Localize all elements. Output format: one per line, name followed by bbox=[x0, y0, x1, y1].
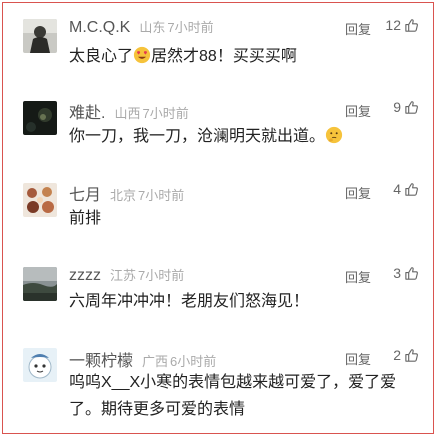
username[interactable]: 一颗柠檬 bbox=[69, 347, 133, 371]
reply-button[interactable]: 回复 bbox=[345, 267, 371, 286]
comment-body: 太良心了 bbox=[69, 48, 134, 65]
timestamp: 7小时前 bbox=[138, 268, 185, 283]
comment-body: 六周年冲冲冲！老朋友们怒海见！ bbox=[69, 293, 310, 310]
thumbs-up-icon bbox=[405, 18, 418, 32]
avatar[interactable] bbox=[23, 101, 57, 135]
thumbs-up-icon bbox=[405, 100, 418, 114]
avatar[interactable] bbox=[23, 348, 57, 382]
comment-list: M.C.Q.K 山东 7小时前 回复 12 太良心了 居然才88！买买买啊 难赴… bbox=[2, 2, 434, 434]
comment-body: 前排 bbox=[69, 210, 102, 227]
like-count: 9 bbox=[393, 99, 401, 115]
comment-text: 前排 bbox=[69, 205, 417, 232]
avatar[interactable] bbox=[23, 183, 57, 217]
comment-text: 六周年冲冲冲！老朋友们怒海见！ bbox=[69, 288, 417, 315]
location: 江苏 bbox=[110, 268, 137, 283]
like-button[interactable]: 3 bbox=[393, 265, 419, 281]
timestamp: 6小时前 bbox=[170, 354, 217, 369]
like-count: 4 bbox=[393, 181, 401, 197]
reply-button[interactable]: 回复 bbox=[345, 101, 371, 120]
thumbs-up-icon bbox=[405, 348, 418, 362]
like-count: 12 bbox=[385, 17, 401, 33]
like-button[interactable]: 12 bbox=[385, 17, 419, 33]
like-count: 3 bbox=[393, 265, 401, 281]
location: 广西 bbox=[142, 354, 169, 369]
thinking-emoji bbox=[325, 126, 343, 144]
reply-button[interactable]: 回复 bbox=[345, 19, 371, 38]
thumbs-up-icon bbox=[405, 182, 418, 196]
comment-meta: 难赴. 山西 7小时前 bbox=[69, 99, 189, 123]
username[interactable]: zzzz bbox=[69, 267, 101, 285]
like-button[interactable]: 2 bbox=[393, 347, 419, 363]
comment-meta: M.C.Q.K 山东 7小时前 bbox=[69, 17, 214, 37]
like-count: 2 bbox=[393, 347, 401, 363]
location: 山东 bbox=[139, 20, 166, 35]
comment-body-continued: 居然才88！买买买啊 bbox=[151, 48, 297, 65]
comment-body: 你一刀，我一刀，沧澜明天就出道。 bbox=[69, 128, 326, 145]
username[interactable]: 难赴. bbox=[69, 99, 105, 123]
like-button[interactable]: 9 bbox=[393, 99, 419, 115]
reply-button[interactable]: 回复 bbox=[345, 183, 371, 202]
comment-text: 太良心了 居然才88！买买买啊 bbox=[69, 43, 417, 70]
avatar[interactable] bbox=[23, 267, 57, 301]
comment-body: 呜呜X__X小寒的表情包越来越可爱了，爱了爱了。期待更多可爱的表情 bbox=[69, 374, 397, 418]
location: 北京 bbox=[110, 188, 137, 203]
thumbs-up-icon bbox=[405, 266, 418, 280]
reply-button[interactable]: 回复 bbox=[345, 349, 371, 368]
timestamp: 7小时前 bbox=[167, 20, 214, 35]
avatar[interactable] bbox=[23, 19, 57, 53]
timestamp: 7小时前 bbox=[138, 188, 185, 203]
like-button[interactable]: 4 bbox=[393, 181, 419, 197]
location: 山西 bbox=[114, 106, 141, 121]
comment-meta: 七月 北京 7小时前 bbox=[69, 181, 184, 205]
comment-meta: zzzz 江苏 7小时前 bbox=[69, 265, 184, 285]
heart-eyes-emoji bbox=[133, 46, 151, 64]
comment-text: 你一刀，我一刀，沧澜明天就出道。 bbox=[69, 123, 417, 150]
timestamp: 7小时前 bbox=[142, 106, 189, 121]
username[interactable]: 七月 bbox=[69, 181, 101, 205]
comment-text: 呜呜X__X小寒的表情包越来越可爱了，爱了爱了。期待更多可爱的表情 bbox=[69, 369, 417, 423]
comment-meta: 一颗柠檬 广西 6小时前 bbox=[69, 347, 216, 371]
username[interactable]: M.C.Q.K bbox=[69, 19, 130, 37]
